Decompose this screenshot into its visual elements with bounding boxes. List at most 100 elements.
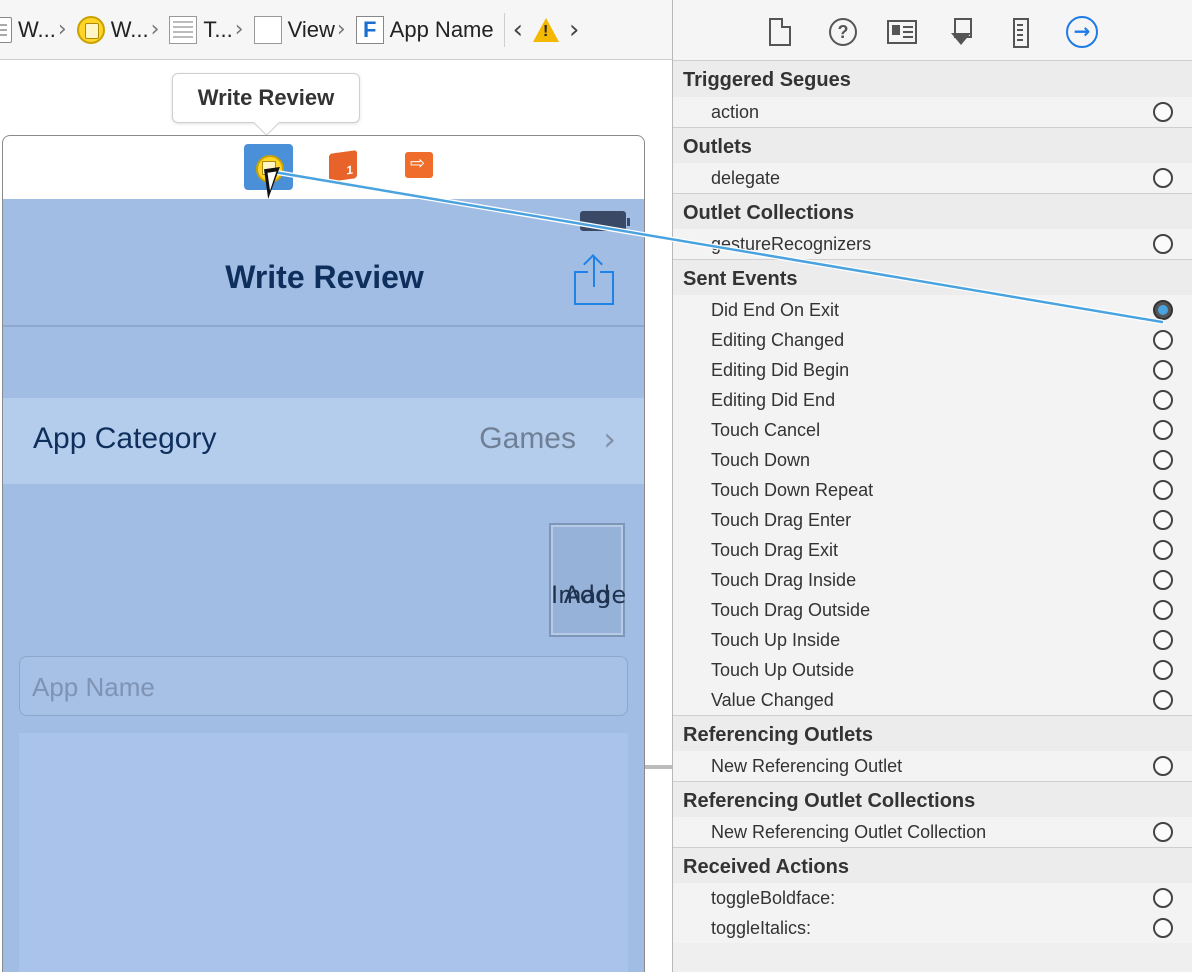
app-name-field[interactable]	[19, 656, 628, 716]
breadcrumb-label: App Name	[389, 16, 494, 42]
section-header: Referencing Outlets	[673, 715, 1192, 751]
connection-well-icon[interactable]	[1153, 630, 1173, 650]
quick-help-icon[interactable]: ?	[829, 18, 857, 46]
connection-row: Touch Drag Outside	[673, 595, 1192, 625]
breadcrumb-label: T...	[203, 16, 233, 42]
connection-row: Touch Drag Exit	[673, 535, 1192, 565]
connection-row: Touch Down	[673, 445, 1192, 475]
connection-well-icon[interactable]	[1153, 420, 1173, 440]
connection-sections: Triggered Segues action Outlets delegate Out…	[673, 61, 1192, 943]
section-header: Sent Events	[673, 259, 1192, 295]
connection-row: Touch Up Inside	[673, 625, 1192, 655]
chevron-right-icon: ›	[234, 17, 244, 42]
connection-well-icon[interactable]	[1153, 918, 1173, 938]
scene-dock	[2, 135, 645, 199]
connections-inspector-icon[interactable]: →	[1066, 16, 1098, 48]
connection-well-icon[interactable]	[1153, 822, 1173, 842]
app-category-value: Games	[479, 422, 576, 455]
connection-well-icon[interactable]	[1153, 690, 1173, 710]
jumpbar-divider	[503, 12, 505, 47]
text-field-icon: F	[355, 15, 384, 44]
chevron-right-icon: ›	[150, 17, 160, 42]
connection-row: Editing Did End	[673, 385, 1192, 415]
breadcrumb-table[interactable]: T... ›	[161, 0, 245, 59]
connection-well-icon[interactable]	[1153, 102, 1173, 122]
connection-well-icon[interactable]	[1153, 360, 1173, 380]
app-name-input[interactable]	[32, 667, 612, 707]
connection-label: New Referencing Outlet	[711, 756, 903, 776]
attributes-inspector-icon[interactable]	[949, 18, 973, 48]
section-header: Outlet Collections	[673, 193, 1192, 229]
connection-label: Touch Up Outside	[711, 660, 855, 680]
connection-row: Touch Cancel	[673, 415, 1192, 445]
breadcrumb-label: W...	[110, 16, 149, 42]
connection-row: toggleItalics:	[673, 913, 1192, 943]
connections-inspector: ? → Triggered Segues action Outlets delegat…	[672, 0, 1192, 972]
connection-label: Touch Up Inside	[711, 630, 841, 650]
connection-row: Touch Up Outside	[673, 655, 1192, 685]
connection-well-icon[interactable]	[1153, 390, 1173, 410]
back-arrow-button[interactable]: ‹	[513, 15, 523, 45]
exit-icon[interactable]	[405, 152, 433, 178]
file-inspector-icon[interactable]	[769, 18, 791, 46]
connection-row: Editing Did Begin	[673, 355, 1192, 385]
connection-row: New Referencing Outlet Collection	[673, 817, 1192, 847]
connection-well-icon[interactable]	[1153, 570, 1173, 590]
connection-label: action	[711, 102, 760, 122]
connection-well-icon[interactable]	[1153, 450, 1173, 470]
app-category-label: App Category	[33, 422, 217, 455]
share-icon[interactable]	[574, 254, 614, 305]
connection-label: Touch Down	[711, 450, 811, 470]
battery-icon	[580, 211, 630, 231]
connection-label: Touch Drag Inside	[711, 570, 857, 590]
connection-well-icon[interactable]	[1153, 480, 1173, 500]
breadcrumb-label: W...	[18, 16, 56, 42]
table-view-icon	[169, 15, 198, 44]
breadcrumb-view[interactable]: View ›	[246, 0, 348, 59]
first-responder-icon[interactable]	[329, 150, 357, 182]
connection-label: Touch Drag Exit	[711, 540, 839, 560]
breadcrumb-label: View	[287, 16, 335, 42]
connection-well-icon[interactable]	[1153, 660, 1173, 680]
page-title: Write Review	[225, 259, 424, 295]
size-inspector-icon[interactable]	[1013, 18, 1029, 48]
connection-label: toggleBoldface:	[711, 888, 836, 908]
connection-row: delegate	[673, 163, 1192, 193]
connection-row: gestureRecognizers	[673, 229, 1192, 259]
connection-label: toggleItalics:	[711, 918, 812, 938]
section-header: Referencing Outlet Collections	[673, 781, 1192, 817]
connection-well-icon[interactable]	[1153, 234, 1173, 254]
warning-icon[interactable]: !	[533, 17, 560, 42]
review-text-view[interactable]	[19, 733, 628, 972]
breadcrumb-scene[interactable]: W... ›	[69, 0, 162, 59]
connection-well-icon[interactable]	[1153, 600, 1173, 620]
view-icon	[253, 15, 282, 44]
connection-well-icon[interactable]	[1153, 540, 1173, 560]
connection-row: Editing Changed	[673, 325, 1192, 355]
scene-tooltip: Write Review	[172, 73, 360, 123]
connection-row: Touch Drag Enter	[673, 505, 1192, 535]
connection-well-icon[interactable]	[1153, 756, 1173, 776]
connection-label: Touch Drag Enter	[711, 510, 852, 530]
connection-row: New Referencing Outlet	[673, 751, 1192, 781]
breadcrumb-text-field[interactable]: F App Name	[348, 0, 494, 59]
section-header: Received Actions	[673, 847, 1192, 883]
connection-well-icon[interactable]	[1153, 510, 1173, 530]
connection-label: Touch Drag Outside	[711, 600, 871, 620]
connection-row: Touch Drag Inside	[673, 565, 1192, 595]
warning-mark: !	[543, 22, 549, 40]
connection-label: Editing Changed	[711, 330, 845, 350]
identity-inspector-icon[interactable]	[887, 20, 917, 44]
breadcrumb-storyboard[interactable]: W... ›	[0, 0, 69, 59]
connection-well-icon[interactable]	[1153, 168, 1173, 188]
canvas-divider	[645, 765, 672, 769]
add-image-button[interactable]: Add Image	[549, 523, 626, 637]
forward-arrow-button[interactable]: ›	[569, 15, 579, 45]
device-screen: Write Review App Category Games › Add Ima…	[2, 199, 645, 972]
app-category-row[interactable]: App Category Games ›	[3, 398, 644, 484]
connected-well-icon[interactable]	[1153, 300, 1173, 320]
connection-well-icon[interactable]	[1153, 888, 1173, 908]
connection-well-icon[interactable]	[1153, 330, 1173, 350]
connection-label: Touch Cancel	[711, 420, 821, 440]
connection-row: Touch Down Repeat	[673, 475, 1192, 505]
